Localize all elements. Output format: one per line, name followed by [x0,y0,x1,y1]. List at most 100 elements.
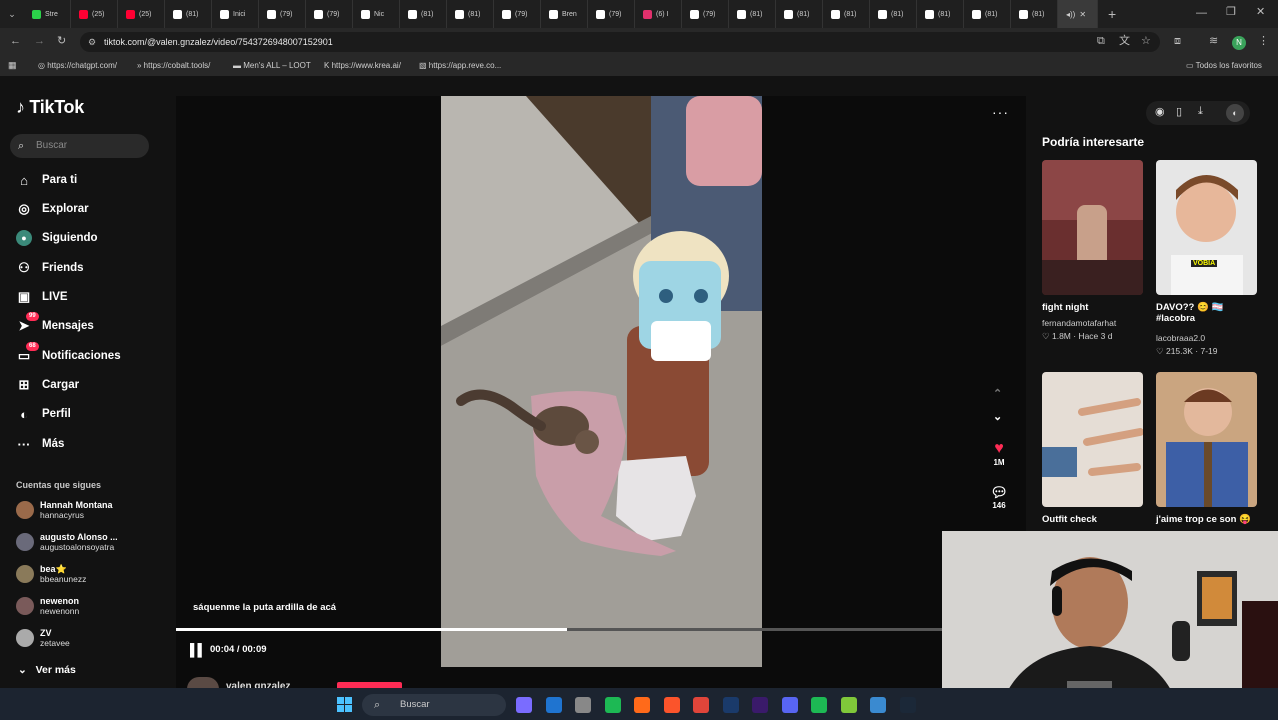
app-icon[interactable] [870,697,886,713]
menu-dots-icon[interactable]: ⋮ [1258,36,1269,47]
reload-icon[interactable]: ↻ [57,36,66,47]
search-input[interactable]: ⌕ Buscar [10,134,149,158]
site-info-icon[interactable]: ⚙ [88,32,96,52]
active-tab[interactable]: ◂)) ✕ [1058,0,1098,28]
recommended-thumbnail[interactable] [1042,372,1143,507]
taskbar-search[interactable]: ⌕ Buscar [362,694,506,716]
browser-tab[interactable]: (79) [306,0,353,28]
bookmark-star-icon[interactable]: ☆ [1141,36,1151,47]
bookmark-chatgpt[interactable]: ◎ https://chatgpt.com/ [38,61,117,70]
extensions-icon[interactable]: ⧈ [1174,36,1181,47]
premiere-icon[interactable] [752,697,768,713]
nav-more[interactable]: ··· Más [16,436,65,452]
browser-tab[interactable]: Inici [212,0,259,28]
like-button[interactable]: ♥ 1M [988,440,1010,467]
recommended-author-1[interactable]: fernandamotafarhat [1042,318,1116,328]
see-more-button[interactable]: ⌄ Ver más [18,664,76,676]
browser-tab[interactable]: (81) [870,0,917,28]
browser-tab[interactable]: (79) [588,0,635,28]
recommended-title-3[interactable]: Outfit check [1042,514,1097,525]
browser-tab[interactable]: (79) [682,0,729,28]
followed-account[interactable]: bea⭐ bbeanunezz [16,564,86,584]
close-tab-icon[interactable]: ✕ [1079,10,1086,19]
followed-account[interactable]: Hannah Montana hannacyrus [16,500,113,520]
browser-tab[interactable]: (81) [964,0,1011,28]
forward-icon[interactable]: → [34,36,45,47]
firefox-icon[interactable] [634,697,650,713]
recommended-thumbnail[interactable]: VOBIA [1156,160,1257,295]
bookmark-cobalt[interactable]: » https://cobalt.tools/ [137,61,210,70]
browser-tab[interactable]: (81) [917,0,964,28]
recommended-title-4[interactable]: j'aime trop ce son 😝 [1156,514,1251,525]
followed-account[interactable]: ZV zetavee [16,628,70,648]
nav-explore[interactable]: ◎ Explorar [16,201,88,217]
nav-following[interactable]: ● Siguiendo [16,230,98,246]
phone-icon[interactable]: ▯ [1176,105,1182,118]
photoshop-icon[interactable] [722,697,739,713]
minimize-icon[interactable]: — [1196,8,1207,19]
chrome-icon[interactable] [693,697,709,713]
nav-friends[interactable]: ⚇ Friends [16,260,83,276]
nav-for-you[interactable]: ⌂ Para ti [16,172,77,188]
prev-video-button[interactable]: ⌃ [993,387,1002,400]
url-field[interactable]: ⚙ tiktok.com/@valen.gnzalez/video/754372… [80,32,1160,52]
browser-tab[interactable]: (81) [447,0,494,28]
browser-tab[interactable]: (6) I [635,0,682,28]
bookmark-loot[interactable]: ▬ Men's ALL – LOOT [233,61,311,70]
browser-tab[interactable]: Stre [24,0,71,28]
browser-tab[interactable]: Nic [353,0,400,28]
browser-tab[interactable]: Bren [541,0,588,28]
download-icon[interactable]: ⤓ [1198,105,1203,118]
video-player[interactable] [441,96,762,667]
browser-tab[interactable]: (79) [494,0,541,28]
user-avatar[interactable]: ◐ [1226,104,1244,122]
browser-tab[interactable]: (25) [71,0,118,28]
brave-icon[interactable] [663,697,680,713]
translate-icon[interactable]: 文 [1119,36,1130,47]
pause-button[interactable]: ▌▌ [190,643,206,657]
recommended-title-1[interactable]: fight night [1042,302,1088,313]
recommended-thumbnail[interactable] [1042,160,1143,295]
browser-tab[interactable]: (81) [400,0,447,28]
next-video-button[interactable]: ⌄ [993,410,1002,423]
new-tab-button[interactable]: + [1098,6,1116,22]
browser-tab[interactable]: (25) [118,0,165,28]
tab-search-button[interactable]: ⌄ [0,0,24,28]
game-icon[interactable] [840,697,857,713]
browser-tab[interactable]: (81) [1011,0,1058,28]
recommended-title-2[interactable]: DAVO?? 😊 🏳️‍⚧️ #lacobra [1156,302,1256,324]
nav-profile[interactable]: ◐ Perfil [16,406,71,422]
browser-tab[interactable]: (81) [776,0,823,28]
tiktok-logo[interactable]: ♪ TikTok [16,97,84,118]
nav-messages[interactable]: ➤ 99 Mensajes [16,312,94,334]
bookmark-krea[interactable]: K https://www.krea.ai/ [324,61,401,70]
recommended-thumbnail[interactable] [1156,372,1257,507]
recommended-author-2[interactable]: lacobraaa2.0 [1156,333,1205,343]
start-button[interactable] [337,697,352,712]
bookmark-reve[interactable]: ▧ https://app.reve.co... [419,61,501,70]
close-window-icon[interactable]: ✕ [1256,7,1265,18]
browser-tab[interactable]: (81) [823,0,870,28]
more-options-button[interactable]: ··· [992,104,1009,120]
chrome-alt-icon[interactable] [575,697,591,713]
all-bookmarks[interactable]: ▭ Todos los favoritos [1186,61,1262,70]
browser-tab[interactable]: (79) [259,0,306,28]
browser-tab[interactable]: (81) [729,0,776,28]
followed-account[interactable]: newenon newenonn [16,596,79,616]
install-app-icon[interactable]: ⧉ [1097,36,1105,47]
cast-icon[interactable]: ≋ [1209,36,1218,47]
comment-button[interactable]: 💬︎ 146 [984,484,1014,510]
maximize-icon[interactable]: ❐ [1226,7,1236,18]
apps-grid-icon[interactable]: ▦ [8,60,17,71]
profile-avatar[interactable]: N [1232,36,1246,50]
nav-live[interactable]: ▣ LIVE [16,289,68,305]
discord-icon[interactable] [781,697,798,713]
spotify-icon[interactable] [604,697,621,713]
compass-icon[interactable]: ◉ [1155,105,1165,118]
nav-notifications[interactable]: ▭ 68 Notificaciones [16,342,121,364]
outlook-icon[interactable] [545,697,562,713]
steam-icon[interactable] [899,697,916,713]
browser-tab[interactable]: (81) [165,0,212,28]
nav-upload[interactable]: ⊞ Cargar [16,377,80,393]
copilot-icon[interactable] [516,697,532,713]
